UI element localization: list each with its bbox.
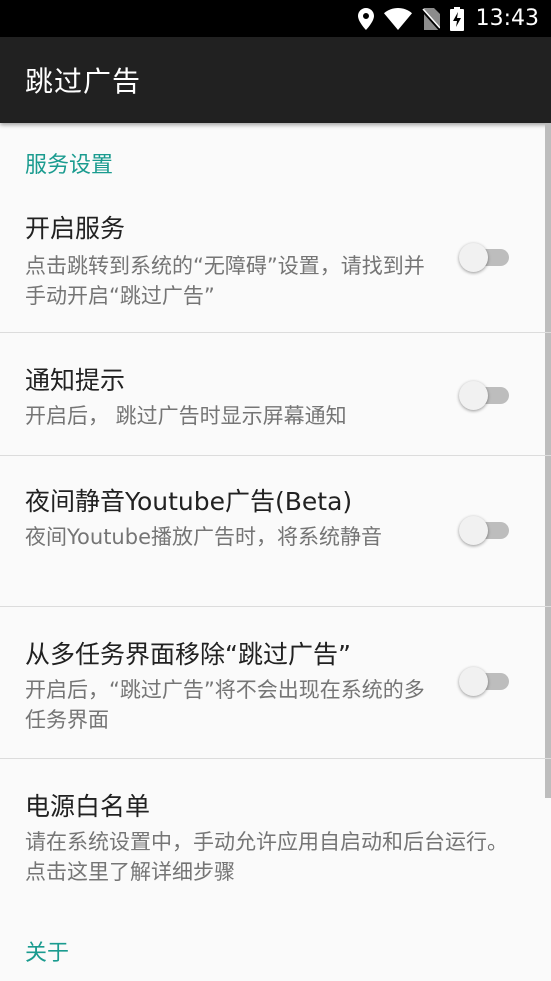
pref-hide-recents[interactable]: 从多任务界面移除“跳过广告” 开启后，“跳过广告”将不会出现在系统的多任务界面 bbox=[0, 607, 551, 759]
pref-summary: 夜间Youtube播放广告时，将系统静音 bbox=[25, 525, 382, 549]
switch-thumb bbox=[459, 381, 488, 410]
app-toolbar: 跳过广告 bbox=[0, 37, 551, 123]
pref-enable-service[interactable]: 开启服务 点击跳转到系统的“无障碍”设置，请找到并手动开启“跳过广告” bbox=[0, 185, 551, 333]
mute-youtube-switch[interactable] bbox=[459, 516, 511, 545]
category-about: 关于 bbox=[25, 941, 70, 966]
pref-summary: 开启后，“跳过广告”将不会出现在系统的多任务界面 bbox=[25, 678, 425, 732]
pref-summary: 请在系统设置中，手动允许应用自启动和后台运行。点击这里了解详细步骤 bbox=[25, 830, 508, 884]
category-service: 服务设置 bbox=[25, 153, 114, 178]
switch-thumb bbox=[459, 243, 488, 272]
switch-thumb bbox=[459, 667, 488, 696]
pref-title: 通知提示 bbox=[25, 366, 126, 395]
enable-service-switch[interactable] bbox=[459, 243, 511, 272]
pref-title: 从多任务界面移除“跳过广告” bbox=[25, 640, 351, 669]
page-title: 跳过广告 bbox=[25, 65, 142, 98]
pref-title: 夜间静音Youtube广告(Beta) bbox=[25, 487, 353, 516]
switch-thumb bbox=[459, 516, 488, 545]
clock: 13:43 bbox=[475, 6, 539, 31]
status-bar: 13:43 bbox=[0, 0, 551, 37]
wifi-icon bbox=[383, 7, 412, 30]
settings-list[interactable]: 服务设置 开启服务 点击跳转到系统的“无障碍”设置，请找到并手动开启“跳过广告”… bbox=[0, 123, 551, 981]
pref-summary: 开启后， 跳过广告时显示屏幕通知 bbox=[25, 404, 347, 428]
location-icon bbox=[357, 7, 374, 30]
pref-summary: 点击跳转到系统的“无障碍”设置，请找到并手动开启“跳过广告” bbox=[25, 254, 425, 308]
hide-recents-switch[interactable] bbox=[459, 667, 511, 696]
notification-switch[interactable] bbox=[459, 381, 511, 410]
pref-power-whitelist[interactable]: 电源白名单 请在系统设置中，手动允许应用自启动和后台运行。点击这里了解详细步骤 bbox=[0, 759, 551, 909]
pref-title: 电源白名单 bbox=[25, 792, 151, 821]
pref-mute-youtube[interactable]: 夜间静音Youtube广告(Beta) 夜间Youtube播放广告时，将系统静音 bbox=[0, 456, 551, 607]
no-sim-icon bbox=[421, 7, 440, 30]
battery-charging-icon bbox=[449, 6, 464, 31]
pref-title: 开启服务 bbox=[25, 214, 126, 243]
pref-notification[interactable]: 通知提示 开启后， 跳过广告时显示屏幕通知 bbox=[0, 333, 551, 456]
